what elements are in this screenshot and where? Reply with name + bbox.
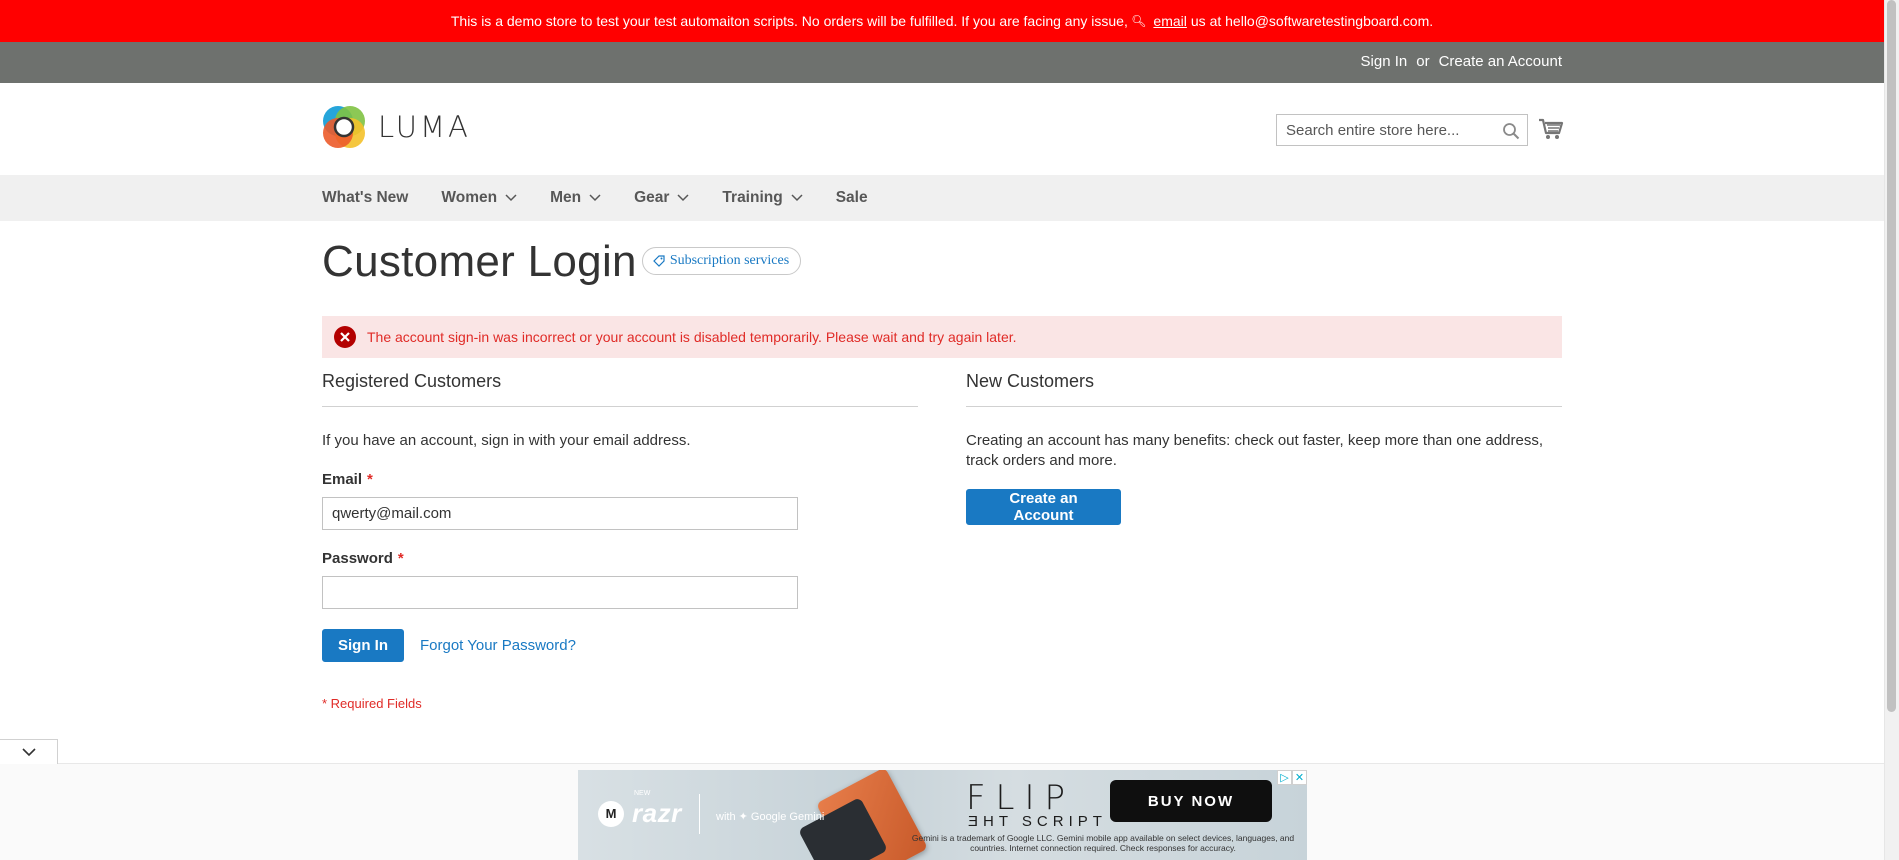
gemini-label: with ✦ Google Gemini — [716, 811, 825, 823]
advertisement-banner[interactable]: M NEW razr with ✦ Google Gemini FLIP ƎHT… — [578, 770, 1307, 860]
razr-new-label: NEW — [634, 790, 651, 797]
vertical-scrollbar[interactable] — [1884, 0, 1899, 860]
registered-customers-title: Registered Customers — [322, 371, 918, 407]
error-message: The account sign-in was incorrect or you… — [322, 316, 1562, 358]
subscription-services-badge[interactable]: Subscription services — [641, 247, 802, 275]
login-columns: Registered Customers If you have an acco… — [322, 371, 1562, 711]
create-account-link[interactable]: Create an Account — [1439, 53, 1562, 70]
razr-brand: M NEW razr — [598, 790, 682, 829]
chevron-down-icon — [791, 194, 803, 202]
nav-item-label: What's New — [322, 189, 409, 206]
shopping-cart-icon[interactable] — [1538, 116, 1564, 142]
nav-item-label: Training — [722, 189, 783, 206]
razr-logo-text: razr — [632, 798, 682, 828]
nav-item-label: Sale — [835, 189, 868, 206]
sign-in-button[interactable]: Sign In — [322, 629, 404, 662]
nav-item-sale[interactable]: Sale — [836, 189, 868, 207]
error-text: The account sign-in was incorrect or you… — [367, 329, 1017, 345]
password-field-wrapper — [322, 576, 798, 609]
email-label: Email * — [322, 471, 918, 488]
nav-item-gear[interactable]: Gear — [634, 189, 689, 207]
required-marker: * — [397, 550, 404, 567]
new-customers-text: Creating an account has many benefits: c… — [966, 432, 1544, 469]
ad-controls: ▷ ✕ — [1277, 770, 1307, 785]
luma-logo-icon — [323, 106, 365, 148]
registered-intro: If you have an account, sign in with you… — [322, 432, 691, 449]
required-fields-note: * Required Fields — [322, 696, 422, 711]
login-actions: Sign In Forgot Your Password? — [322, 629, 918, 662]
nav-item-women[interactable]: Women — [441, 189, 517, 207]
buy-now-button[interactable]: BUY NOW — [1110, 780, 1272, 822]
page-content: Customer Login Subscription services The… — [322, 221, 1562, 711]
chevron-down-icon — [21, 748, 36, 757]
or-text: or — [1416, 53, 1430, 70]
nav-item-label: Women — [441, 189, 498, 206]
ad-headline: FLIP — [966, 778, 1076, 818]
ad-divider — [699, 794, 700, 834]
ad-subheadline: ƎHT SCRIPT — [968, 813, 1107, 830]
subscription-services-label: Subscription services — [669, 253, 790, 268]
email-label-text: Email — [322, 471, 363, 488]
logo-text: LUMA — [378, 110, 471, 144]
search-input[interactable] — [1277, 115, 1527, 145]
new-customers-title: New Customers — [966, 371, 1562, 407]
password-label-text: Password — [322, 550, 393, 567]
main-nav: What's New Women Men Gear Training Sale — [0, 175, 1884, 221]
nav-item-training[interactable]: Training — [722, 189, 803, 207]
email-field-wrapper — [322, 497, 798, 530]
forgot-password-link[interactable]: Forgot Your Password? — [420, 637, 576, 654]
main-column: This is a demo store to test your test a… — [0, 0, 1884, 860]
panel-header: Sign In or Create an Account — [0, 42, 1884, 83]
nav-item-men[interactable]: Men — [550, 189, 601, 207]
demo-notice-bar: This is a demo store to test your test a… — [0, 0, 1884, 42]
create-account-button[interactable]: Create an Account — [966, 489, 1121, 525]
tag-icon — [652, 255, 665, 267]
scrollbar-thumb[interactable] — [1887, 0, 1896, 712]
collapse-toggle[interactable] — [0, 739, 58, 765]
page-title: Customer Login — [322, 237, 637, 286]
close-icon[interactable]: ✕ — [1292, 770, 1307, 785]
search-icon[interactable] — [1502, 122, 1520, 140]
page: This is a demo store to test your test a… — [0, 0, 1899, 860]
email-link[interactable]: email — [1153, 13, 1186, 29]
chevron-down-icon — [589, 194, 601, 202]
password-field[interactable] — [323, 577, 797, 608]
search-box — [1276, 114, 1528, 146]
sign-in-link[interactable]: Sign In — [1361, 53, 1408, 70]
demo-notice-text-after: us at hello@softwaretestingboard.com. — [1190, 13, 1434, 29]
registered-customers-block: Registered Customers If you have an acco… — [322, 371, 918, 711]
demo-notice-text: This is a demo store to test your test a… — [450, 13, 1128, 29]
ad-fine-print: Gemini is a trademark of Google LLC. Gem… — [911, 833, 1295, 853]
title-row: Customer Login Subscription services — [322, 221, 1562, 287]
chevron-down-icon — [505, 194, 517, 202]
ad-choices-icon[interactable]: ▷ — [1277, 770, 1292, 785]
nav-list: What's New Women Men Gear Training Sale — [322, 175, 901, 221]
logo[interactable]: LUMA — [322, 105, 471, 149]
chevron-down-icon — [677, 194, 689, 202]
new-customers-block: New Customers Creating an account has ma… — [966, 371, 1562, 711]
nav-item-label: Gear — [634, 189, 670, 206]
password-label: Password * — [322, 550, 918, 567]
nav-item-label: Men — [550, 189, 582, 206]
error-icon — [334, 326, 356, 348]
required-marker: * — [367, 471, 373, 488]
header-links: Sign In or Create an Account — [1361, 53, 1562, 70]
site-header: LUMA — [0, 83, 1884, 175]
motorola-logo-icon: M — [598, 800, 624, 827]
magnifier-icon: 🔍︎ — [1127, 14, 1147, 28]
nav-item-what-s-new[interactable]: What's New — [322, 189, 408, 207]
email-field[interactable] — [323, 498, 797, 529]
